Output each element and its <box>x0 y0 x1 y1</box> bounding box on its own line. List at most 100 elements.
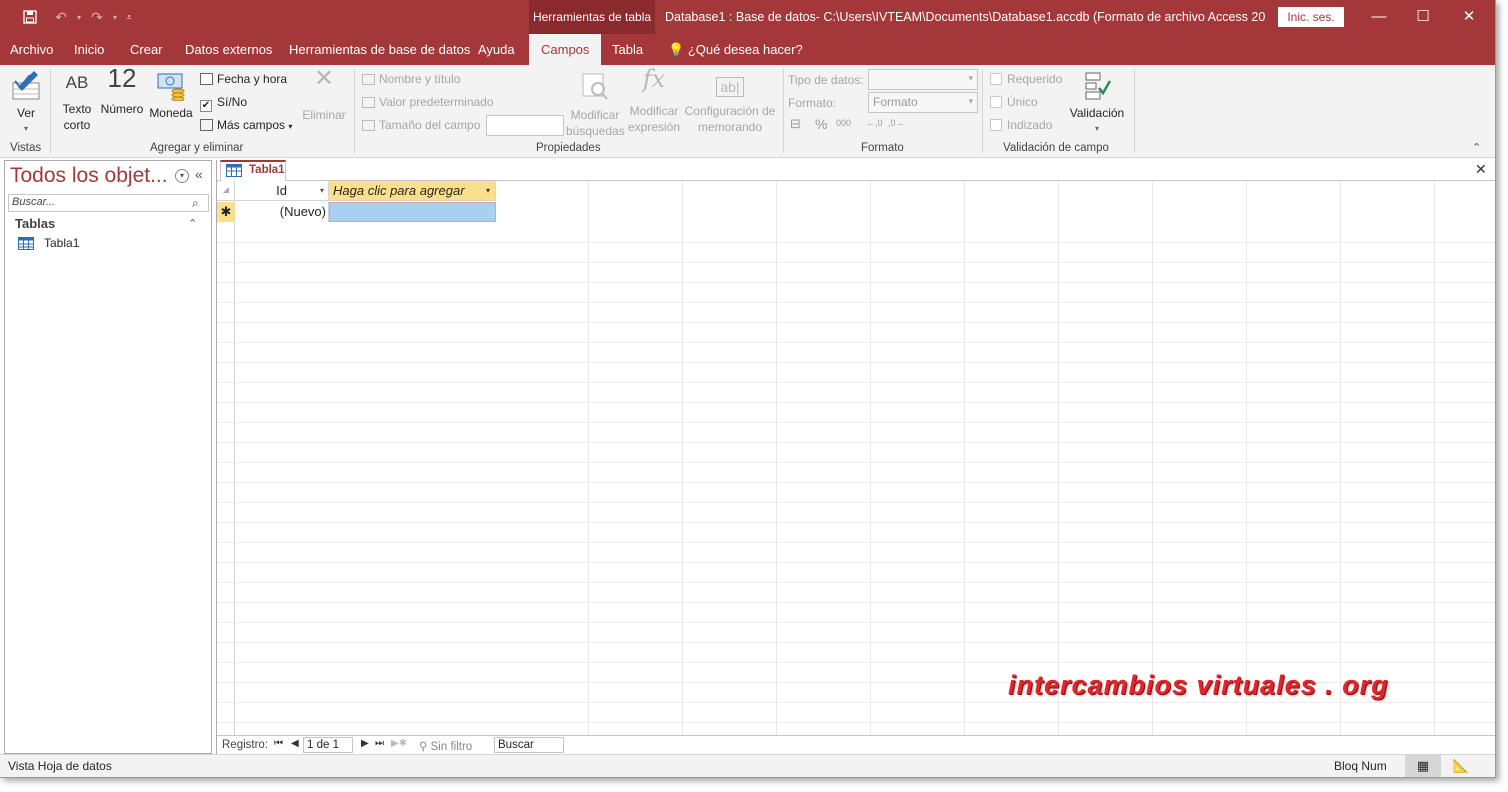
column-dropdown-icon[interactable]: ▾ <box>320 181 324 200</box>
grid-line <box>217 722 1495 723</box>
select-all-icon[interactable]: ◢ <box>217 181 235 201</box>
modificar-busquedas-label: Modificar búsquedas <box>566 108 625 138</box>
valor-predeterminado-button[interactable]: Valor predeterminado <box>362 95 494 109</box>
customize-qat-icon[interactable]: ⩡ <box>122 8 136 26</box>
collapse-section-icon[interactable]: ⌃ <box>188 217 197 230</box>
nav-item-label: Tabla1 <box>44 236 80 250</box>
record-position-input[interactable]: 1 de 1 <box>303 737 353 753</box>
group-separator <box>50 69 51 153</box>
new-row-id-cell[interactable]: (Nuevo) <box>235 202 329 222</box>
undo-icon[interactable]: ↶ <box>50 8 72 26</box>
redo-dropdown-icon[interactable]: ▾ <box>110 8 120 26</box>
unico-checkbox[interactable]: Único <box>990 95 1038 109</box>
prev-record-icon[interactable]: ◀ <box>291 738 299 749</box>
close-document-icon[interactable]: ✕ <box>1475 161 1487 178</box>
fecha-hora-label: Fecha y hora <box>217 72 288 86</box>
tab-herramientas-bd[interactable]: Herramientas de base de datos <box>289 42 470 57</box>
grid-line <box>1340 181 1341 735</box>
nav-search-input[interactable]: Buscar... <box>8 194 209 212</box>
first-record-icon[interactable]: ⏮ <box>274 738 283 749</box>
format-combo[interactable]: Formato <box>868 92 978 113</box>
tab-archivo[interactable]: Archivo <box>10 42 53 57</box>
signin-button[interactable]: Inic. ses. <box>1278 7 1344 27</box>
indizado-box <box>990 119 1002 131</box>
nav-section-tablas[interactable]: Tablas <box>15 216 55 231</box>
nombre-titulo-button[interactable]: Nombre y título <box>362 72 460 86</box>
moneda-button[interactable]: Moneda <box>148 71 194 121</box>
moneda-label: Moneda <box>149 106 193 120</box>
watermark-text: intercambios virtuales . org <box>1008 670 1389 700</box>
column-header-add[interactable]: Haga clic para agregar ▾ <box>329 181 496 201</box>
last-record-icon[interactable]: ⏭ <box>375 738 384 749</box>
name-caption-icon <box>362 74 375 85</box>
navigation-pane: Todos los objet... ▾ « Buscar... ⌕ Tabla… <box>4 160 212 754</box>
undo-dropdown-icon[interactable]: ▾ <box>74 8 84 26</box>
configuracion-memorando-button[interactable]: ab| Configuración de memorando <box>683 71 777 135</box>
tab-datos-externos[interactable]: Datos externos <box>185 42 272 57</box>
currency-format-icon[interactable]: ⊟ <box>790 116 801 132</box>
tab-tabla[interactable]: Tabla <box>612 42 643 57</box>
grid-line <box>217 282 1495 283</box>
new-record-nav-icon[interactable]: ▶✱ <box>391 738 407 749</box>
datasheet-view-icon[interactable]: ▦ <box>1405 755 1441 777</box>
tab-campos[interactable]: Campos <box>529 34 602 65</box>
grid-line <box>217 662 1495 663</box>
redo-icon[interactable]: ↷ <box>86 8 108 26</box>
no-filter-icon: ⚲ <box>419 741 428 753</box>
tab-ayuda[interactable]: Ayuda <box>478 42 515 57</box>
tell-me-box[interactable]: 💡 ¿Qué desea hacer? <box>668 42 803 58</box>
tipo-datos-label: Tipo de datos: <box>788 73 864 87</box>
new-row-add-cell[interactable] <box>329 202 496 222</box>
validation-icon <box>1085 72 1112 100</box>
si-no-button[interactable]: ✔ Sí/No <box>200 95 247 112</box>
nav-menu-dropdown-icon[interactable]: ▾ <box>175 169 189 183</box>
tab-crear[interactable]: Crear <box>130 42 163 57</box>
mas-campos-button[interactable]: Más campos ▾ <box>200 118 292 132</box>
format-combo-value: Formato <box>873 95 918 109</box>
grid-line <box>217 302 1495 303</box>
texto-corto-button[interactable]: AB Texto corto <box>60 74 94 133</box>
checkbox-icon: ✔ <box>200 100 212 112</box>
grid-line <box>217 602 1495 603</box>
ver-button[interactable]: Ver ▾ <box>8 69 44 137</box>
grid-line <box>217 442 1495 443</box>
requerido-checkbox[interactable]: Requerido <box>990 72 1062 86</box>
column-header-id[interactable]: Id ▾ <box>235 181 329 201</box>
number-icon: 12 <box>107 63 137 93</box>
mas-campos-dropdown-icon: ▾ <box>288 122 293 131</box>
datasheet-grid: ◢ ✱ Id ▾ Haga clic para agregar ▾ (Nuevo… <box>217 181 1495 735</box>
design-view-status-icon[interactable]: 📐 <box>1446 755 1476 777</box>
modificar-busquedas-button[interactable]: Modificar búsquedas <box>566 71 625 139</box>
maximize-icon[interactable]: ☐ <box>1400 0 1446 32</box>
percent-icon[interactable]: % <box>815 116 827 132</box>
close-icon[interactable]: ✕ <box>1446 0 1492 32</box>
numero-button[interactable]: 12 Número <box>99 63 145 117</box>
next-record-icon[interactable]: ▶ <box>361 738 369 749</box>
collapse-ribbon-icon[interactable]: ⌃ <box>1472 141 1481 154</box>
document-tab-tabla1[interactable]: Tabla1 <box>220 160 286 182</box>
comma-style-icon[interactable]: 000 <box>836 118 851 128</box>
validacion-button[interactable]: Validación ▾ <box>1068 71 1126 137</box>
filter-status[interactable]: ⚲ Sin filtro <box>419 739 472 753</box>
data-type-combo[interactable] <box>868 69 978 90</box>
eliminar-button[interactable]: ✕ Eliminar <box>300 67 348 123</box>
tab-inicio[interactable]: Inicio <box>74 42 104 57</box>
field-size-input[interactable] <box>486 115 564 136</box>
modificar-expresion-button[interactable]: fx Modificar expresión <box>627 67 681 135</box>
document-tab-label: Tabla1 <box>249 164 285 176</box>
record-search-input[interactable]: Buscar <box>494 737 564 753</box>
new-record-star-icon[interactable]: ✱ <box>217 202 235 222</box>
collapse-nav-pane-icon[interactable]: « <box>195 166 203 182</box>
decrease-decimals-icon[interactable]: ,0→ <box>888 118 905 128</box>
increase-decimals-icon[interactable]: ←,0 <box>866 118 883 128</box>
search-icon[interactable]: ⌕ <box>192 196 199 211</box>
nav-pane-title[interactable]: Todos los objet... <box>10 164 168 188</box>
column-dropdown-icon[interactable]: ▾ <box>486 181 490 200</box>
grid-line <box>217 622 1495 623</box>
save-icon[interactable] <box>20 8 40 26</box>
fecha-hora-button[interactable]: Fecha y hora <box>200 72 287 86</box>
minimize-icon[interactable]: — <box>1356 0 1402 32</box>
indizado-checkbox[interactable]: Indizado <box>990 118 1052 132</box>
tamano-campo-label: Tamaño del campo <box>362 118 480 132</box>
nav-item-tabla1[interactable]: Tabla1 <box>18 236 79 250</box>
